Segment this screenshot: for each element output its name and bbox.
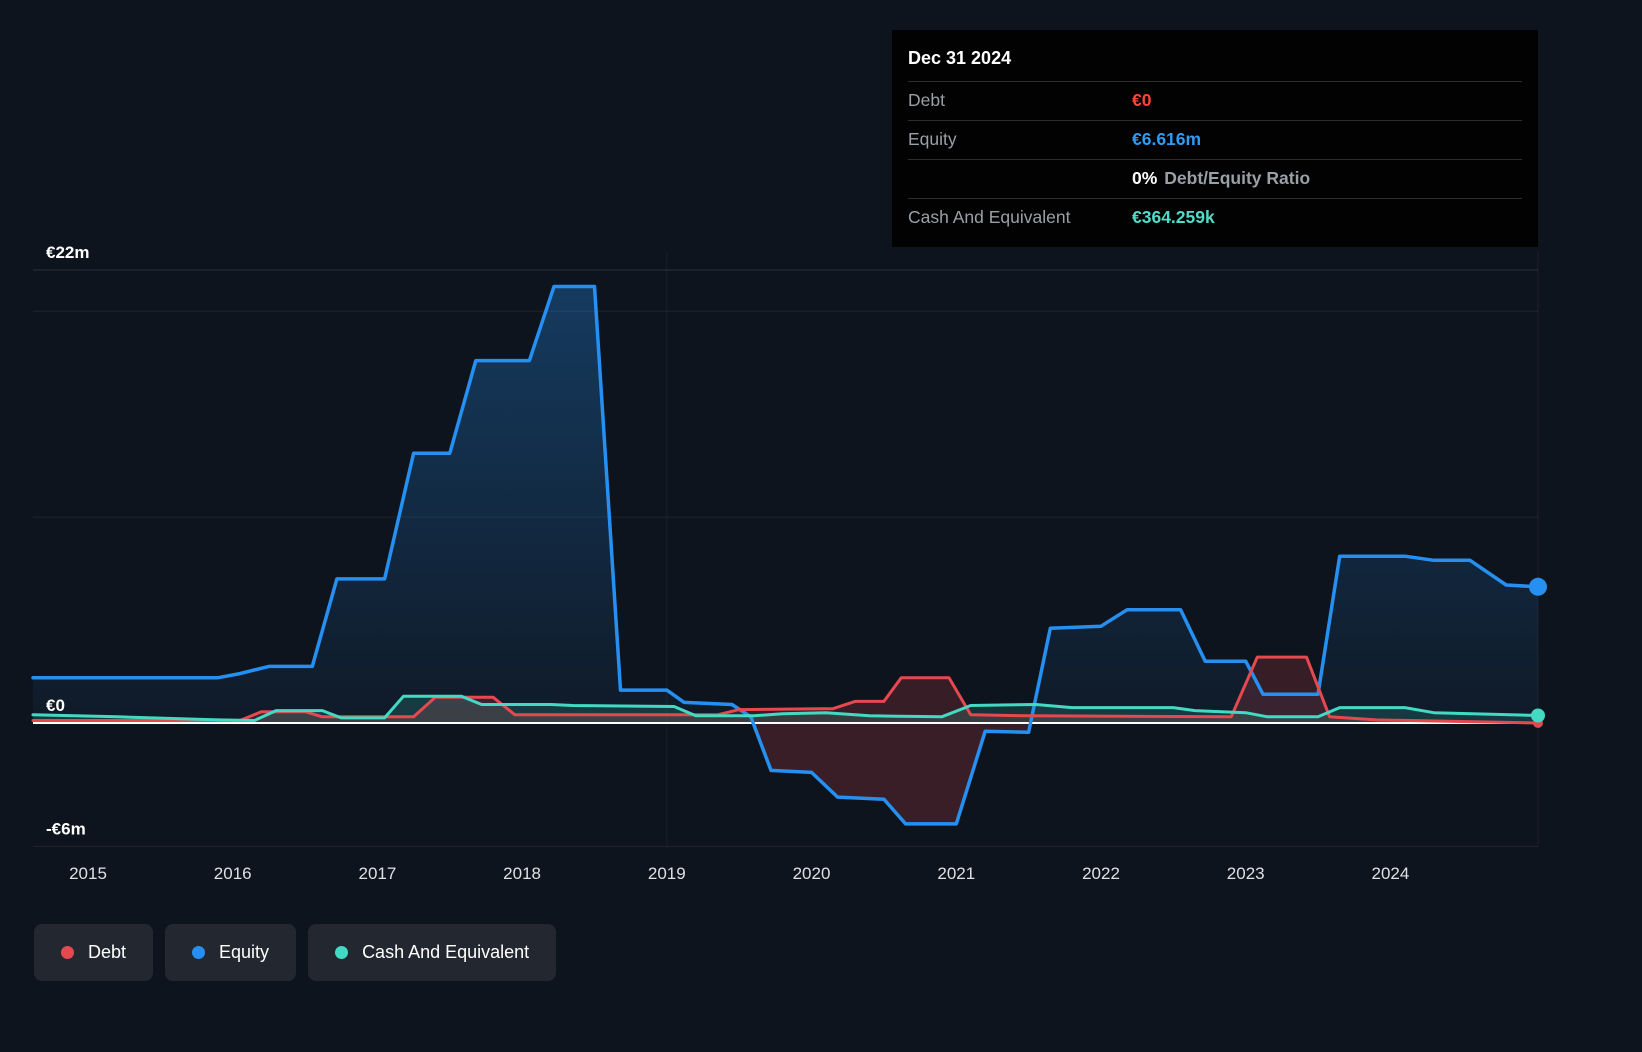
svg-text:2018: 2018 (503, 864, 541, 883)
legend-cash-label: Cash And Equivalent (362, 942, 529, 963)
legend-item-equity[interactable]: Equity (165, 924, 296, 981)
svg-text:2021: 2021 (937, 864, 975, 883)
tooltip-ratio-label: Debt/Equity Ratio (1164, 168, 1310, 188)
svg-text:-€6m: -€6m (46, 820, 86, 839)
legend-item-cash[interactable]: Cash And Equivalent (308, 924, 556, 981)
tooltip-date: Dec 31 2024 (908, 38, 1522, 81)
tooltip-ratio-value: 0% Debt/Equity Ratio (1132, 168, 1310, 190)
legend-item-debt[interactable]: Debt (34, 924, 153, 981)
tooltip-equity-value: €6.616m (1132, 129, 1201, 151)
tooltip-cash-label: Cash And Equivalent (908, 207, 1132, 229)
svg-text:2015: 2015 (69, 864, 107, 883)
legend-debt-label: Debt (88, 942, 126, 963)
svg-text:€0: €0 (46, 696, 65, 715)
cash-dot-icon (335, 946, 348, 959)
tooltip-row-equity: Equity €6.616m (908, 120, 1522, 159)
tooltip-debt-value: €0 (1132, 90, 1151, 112)
debt-dot-icon (61, 946, 74, 959)
debt-equity-history-chart: 2015 2016 2017 2018 2019 2020 2021 2022 2023 2024… (0, 0, 1642, 1052)
svg-text:2016: 2016 (214, 864, 252, 883)
tooltip-row-debt: Debt €0 (908, 81, 1522, 120)
svg-text:2023: 2023 (1227, 864, 1265, 883)
svg-text:2020: 2020 (793, 864, 831, 883)
svg-text:2017: 2017 (358, 864, 396, 883)
equity-dot-icon (192, 946, 205, 959)
legend: Debt Equity Cash And Equivalent (34, 924, 556, 981)
tooltip-equity-label: Equity (908, 129, 1132, 151)
tooltip-row-ratio: 0% Debt/Equity Ratio (908, 159, 1522, 198)
tooltip-row-cash: Cash And Equivalent €364.259k (908, 198, 1522, 237)
svg-text:2019: 2019 (648, 864, 686, 883)
legend-equity-label: Equity (219, 942, 269, 963)
tooltip-ratio-percent: 0% (1132, 168, 1157, 188)
tooltip: Dec 31 2024 Debt €0 Equity €6.616m 0% Deb… (892, 30, 1538, 247)
svg-text:2022: 2022 (1082, 864, 1120, 883)
svg-text:€22m: €22m (46, 243, 89, 262)
svg-text:2024: 2024 (1371, 864, 1409, 883)
tooltip-debt-label: Debt (908, 90, 1132, 112)
tooltip-cash-value: €364.259k (1132, 207, 1215, 229)
